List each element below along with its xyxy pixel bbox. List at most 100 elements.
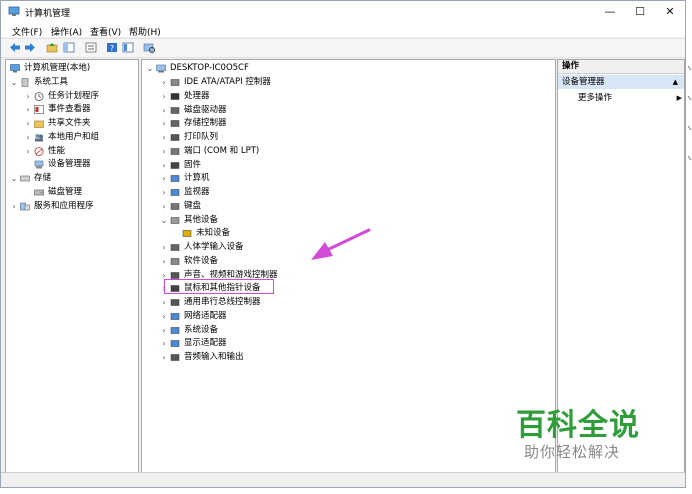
tree-item-shared-folders[interactable]: › 共享文件夹 <box>24 117 138 130</box>
device-category-disk-drive[interactable]: › 磁盘驱动器 <box>160 104 460 117</box>
usb-icon <box>170 299 180 306</box>
chevron-right-icon[interactable]: › <box>24 145 32 158</box>
device-category-label: 人体学输入设备 <box>184 242 244 252</box>
device-category-print-queue[interactable]: › 打印队列 <box>160 131 460 144</box>
device-category-label: 固件 <box>184 159 202 170</box>
computer-icon <box>170 175 180 182</box>
chevron-right-icon[interactable]: › <box>160 200 168 213</box>
device-category-label: 打印队列 <box>184 132 219 142</box>
show-tree-icon[interactable] <box>63 42 75 53</box>
device-category-label: 其他设备 <box>184 214 219 225</box>
chevron-right-icon[interactable]: › <box>160 324 168 337</box>
tree-item-task-scheduler[interactable]: › 任务计划程序 <box>24 90 138 103</box>
device-category-display-adapter[interactable]: › 显示适配器 <box>160 337 460 350</box>
device-category-label: 端口 (COM 和 LPT) <box>184 145 260 156</box>
chevron-right-icon[interactable]: › <box>160 296 168 309</box>
collapse-up-icon[interactable]: ▲ <box>673 75 678 89</box>
scan-hardware-icon[interactable] <box>143 42 155 53</box>
chevron-right-icon[interactable]: › <box>160 145 168 158</box>
tree-label: 设备管理器 <box>48 159 91 169</box>
chevron-down-icon[interactable]: ⌄ <box>146 62 154 75</box>
menu-file[interactable]: 文件(F) <box>12 25 42 38</box>
svg-text:?: ? <box>110 44 114 53</box>
device-category-other-devices[interactable]: ⌄ 其他设备 <box>160 214 460 227</box>
view-icon[interactable] <box>122 42 134 53</box>
toolbar: ? <box>1 38 685 58</box>
device-category-label: 音频输入和输出 <box>184 352 244 362</box>
tree-item-services-apps[interactable]: › 服务和应用程序 <box>10 200 138 213</box>
tree-item-disk-management[interactable]: 磁盘管理 <box>24 186 138 199</box>
chevron-right-icon[interactable]: › <box>160 351 168 364</box>
chevron-down-icon[interactable]: ⌄ <box>160 214 168 227</box>
close-button[interactable]: ✕ <box>657 4 683 19</box>
menu-help[interactable]: 帮助(H) <box>129 25 161 38</box>
monitor-icon <box>170 189 180 196</box>
audio-icon <box>170 354 180 361</box>
menu-view[interactable]: 查看(V) <box>90 25 121 38</box>
properties-icon[interactable] <box>85 42 97 53</box>
chevron-right-icon[interactable]: › <box>24 103 32 116</box>
chevron-down-icon[interactable]: ⌄ <box>10 172 18 185</box>
tree-item-local-users[interactable]: › 本地用户和组 <box>24 131 138 144</box>
tree-item-event-viewer[interactable]: › 事件查看器 <box>24 103 138 116</box>
software-device-icon <box>170 258 180 265</box>
chevron-right-icon[interactable]: › <box>160 337 168 350</box>
chevron-down-icon[interactable]: ⌄ <box>10 76 18 89</box>
device-category-computer[interactable]: › 计算机 <box>160 172 460 185</box>
chevron-right-icon[interactable]: › <box>24 117 32 130</box>
device-category-network-adapter[interactable]: › 网络适配器 <box>160 310 460 323</box>
chevron-right-icon[interactable]: › <box>24 90 32 103</box>
chevron-right-icon[interactable]: › <box>24 131 32 144</box>
device-category-firmware[interactable]: › 固件 <box>160 159 460 172</box>
watermark-title: 百科全说 <box>516 408 640 443</box>
up-folder-icon[interactable] <box>46 42 58 53</box>
device-root[interactable]: ⌄ DESKTOP-IC0O5CF <box>146 62 446 75</box>
chevron-right-icon[interactable]: › <box>10 200 18 213</box>
chevron-right-icon[interactable]: › <box>160 186 168 199</box>
chevron-right-icon[interactable]: › <box>160 117 168 130</box>
chevron-right-icon[interactable]: › <box>160 104 168 117</box>
help-icon[interactable]: ? <box>106 42 118 53</box>
tree-label: 服务和应用程序 <box>34 201 94 211</box>
tree-item-root[interactable]: 计算机管理(本地) <box>8 62 138 75</box>
tree-item-performance[interactable]: › 性能 <box>24 145 138 158</box>
chevron-right-icon[interactable]: › <box>160 255 168 268</box>
device-category-storage-controller[interactable]: › 存储控制器 <box>160 117 460 130</box>
back-arrow-icon[interactable] <box>9 42 21 53</box>
chevron-right-icon[interactable]: › <box>160 241 168 254</box>
device-category-keyboard[interactable]: › 键盘 <box>160 200 460 213</box>
device-category-monitor[interactable]: › 监视器 <box>160 186 460 199</box>
computer-name: DESKTOP-IC0O5CF <box>170 63 249 73</box>
forward-arrow-icon[interactable] <box>24 42 36 53</box>
device-category-usb-controller[interactable]: › 通用串行总线控制器 <box>160 296 460 309</box>
device-category-audio-io[interactable]: › 音频输入和输出 <box>160 351 460 364</box>
chevron-right-icon[interactable]: › <box>160 172 168 185</box>
maximize-button[interactable]: ☐ <box>627 4 653 19</box>
more-actions-label: 更多操作 <box>578 93 613 103</box>
more-actions-item[interactable]: 更多操作 ▶ <box>578 92 682 105</box>
chevron-right-icon[interactable]: › <box>160 159 168 172</box>
chevron-right-icon[interactable]: › <box>160 76 168 89</box>
device-category-ports[interactable]: › 端口 (COM 和 LPT) <box>160 145 460 158</box>
background-edge-decoration <box>687 65 692 161</box>
menu-action[interactable]: 操作(A) <box>51 25 82 38</box>
chevron-right-icon[interactable]: › <box>160 310 168 323</box>
tree-item-system-tools[interactable]: ⌄ 系统工具 <box>10 76 138 89</box>
submenu-arrow-icon: ▶ <box>676 94 682 102</box>
device-category-label: 键盘 <box>184 200 202 211</box>
chevron-right-icon[interactable]: › <box>160 131 168 144</box>
clock-icon <box>34 92 44 101</box>
menu-bar: 文件(F) 操作(A) 查看(V) 帮助(H) <box>1 23 685 38</box>
device-category-processor[interactable]: › 处理器 <box>160 90 460 103</box>
minimize-button[interactable]: — <box>597 4 623 19</box>
hid-icon <box>170 244 180 251</box>
tree-label: 系统工具 <box>34 77 69 87</box>
chevron-right-icon[interactable]: › <box>160 90 168 103</box>
actions-section-device-manager[interactable]: 设备管理器 ▲ <box>558 75 684 89</box>
tree-item-device-manager[interactable]: 设备管理器 <box>24 158 138 171</box>
other-devices-icon <box>170 216 180 224</box>
tree-item-storage[interactable]: ⌄ 存储 <box>10 172 138 185</box>
device-category-system-devices[interactable]: › 系统设备 <box>160 324 460 337</box>
device-category-ide-controller[interactable]: › IDE ATA/ATAPI 控制器 <box>160 76 460 89</box>
event-viewer-icon <box>34 105 44 114</box>
